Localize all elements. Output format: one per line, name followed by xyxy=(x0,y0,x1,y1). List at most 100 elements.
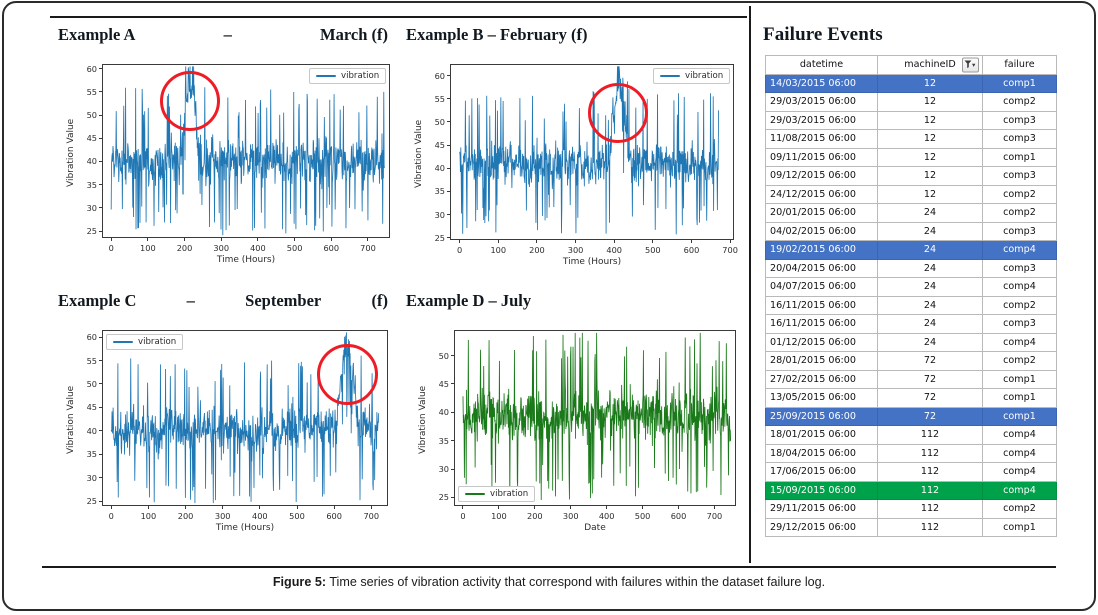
table-row[interactable]: 09/11/2015 06:00 12 comp1 xyxy=(765,147,1057,167)
cell-machineid: 112 xyxy=(877,499,983,519)
legend-color-swatch xyxy=(316,75,336,77)
cell-datetime: 15/09/2015 06:00 xyxy=(765,480,878,500)
cell-machineid: 72 xyxy=(877,406,983,426)
chart-example-d: 25 30 35 40 45 50 0 100 200 300 400 500 600 700 Date Vi… xyxy=(406,320,746,542)
cell-failure: comp2 xyxy=(982,351,1057,371)
table-row[interactable]: 18/01/2015 06:00 112 comp4 xyxy=(765,425,1057,445)
cell-datetime: 29/12/2015 06:00 xyxy=(765,517,878,537)
title-part: Example C xyxy=(58,291,137,310)
cell-machineid: 24 xyxy=(877,203,983,223)
table-row[interactable]: 29/03/2015 06:00 12 comp2 xyxy=(765,92,1057,112)
panel-title-example-d: Example D – July xyxy=(406,291,742,311)
table-row[interactable]: 29/11/2015 06:00 112 comp2 xyxy=(765,499,1057,519)
cell-machineid: 12 xyxy=(877,166,983,186)
cell-failure: comp1 xyxy=(982,406,1057,426)
table-row[interactable]: 20/01/2015 06:00 24 comp2 xyxy=(765,203,1057,223)
title-part: – xyxy=(186,291,195,310)
failure-events-panel: Failure Events datetime machineID failur… xyxy=(757,6,1087,563)
failure-events-heading: Failure Events xyxy=(763,24,883,45)
anomaly-highlight-circle xyxy=(587,82,649,143)
cell-datetime: 18/04/2015 06:00 xyxy=(765,443,878,463)
cell-machineid: 12 xyxy=(877,92,983,112)
cell-failure: comp3 xyxy=(982,110,1057,130)
title-part: Example B – February (f) xyxy=(406,25,588,44)
anomaly-highlight-circle xyxy=(159,70,221,132)
table-row[interactable]: 04/02/2015 06:00 24 comp3 xyxy=(765,221,1057,241)
cell-failure: comp1 xyxy=(982,73,1057,93)
cell-datetime: 29/03/2015 06:00 xyxy=(765,92,878,112)
cell-machineid: 24 xyxy=(877,332,983,352)
figure-caption: Figure 5: Time series of vibration activ… xyxy=(4,575,1094,589)
panel-example-b: Example B – February (f) 25 30 35 40 45 50 55 6… xyxy=(406,25,746,276)
table-row[interactable]: 19/02/2015 06:00 24 comp4 xyxy=(765,240,1057,260)
table-row[interactable]: 16/11/2015 06:00 24 comp2 xyxy=(765,295,1057,315)
cell-failure: comp4 xyxy=(982,240,1057,260)
table-row[interactable]: 29/03/2015 06:00 12 comp3 xyxy=(765,110,1057,130)
table-row[interactable]: 28/01/2015 06:00 72 comp2 xyxy=(765,351,1057,371)
table-row[interactable]: 04/07/2015 06:00 24 comp4 xyxy=(765,277,1057,297)
table-row[interactable]: 15/09/2015 06:00 112 comp4 xyxy=(765,480,1057,500)
cell-datetime: 27/02/2015 06:00 xyxy=(765,369,878,389)
cell-machineid: 24 xyxy=(877,258,983,278)
cell-machineid: 24 xyxy=(877,314,983,334)
cell-datetime: 04/02/2015 06:00 xyxy=(765,221,878,241)
cell-machineid: 112 xyxy=(877,517,983,537)
panel-title-example-c: Example C – September (f) xyxy=(58,291,388,311)
column-header-failure[interactable]: failure xyxy=(982,55,1057,75)
table-row[interactable]: 25/09/2015 06:00 72 comp1 xyxy=(765,406,1057,426)
cell-datetime: 29/03/2015 06:00 xyxy=(765,110,878,130)
cell-failure: comp4 xyxy=(982,332,1057,352)
column-header-machineid[interactable]: machineID xyxy=(877,55,983,75)
cell-datetime: 24/12/2015 06:00 xyxy=(765,184,878,204)
cell-failure: comp1 xyxy=(982,147,1057,167)
legend-label: vibration xyxy=(490,489,529,499)
cell-datetime: 28/01/2015 06:00 xyxy=(765,351,878,371)
column-header-datetime[interactable]: datetime xyxy=(765,55,878,75)
table-row[interactable]: 27/02/2015 06:00 72 comp1 xyxy=(765,369,1057,389)
chart-legend: vibration xyxy=(309,68,387,84)
cell-datetime: 18/01/2015 06:00 xyxy=(765,425,878,445)
table-row[interactable]: 16/11/2015 06:00 24 comp3 xyxy=(765,314,1057,334)
cell-datetime: 25/09/2015 06:00 xyxy=(765,406,878,426)
cell-datetime: 16/11/2015 06:00 xyxy=(765,295,878,315)
cell-datetime: 01/12/2015 06:00 xyxy=(765,332,878,352)
table-row[interactable]: 17/06/2015 06:00 112 comp4 xyxy=(765,462,1057,482)
cell-failure: comp4 xyxy=(982,425,1057,445)
cell-machineid: 12 xyxy=(877,73,983,93)
column-header-label: machineID xyxy=(904,59,956,71)
chart-example-c: 25 30 35 40 45 50 55 60 0 100 200 300 400 500 600 700 Ti… xyxy=(58,320,398,542)
table-row[interactable]: 29/12/2015 06:00 112 comp1 xyxy=(765,517,1057,537)
figure-caption-label: Figure 5: xyxy=(272,575,327,589)
failure-events-body: 14/03/2015 06:00 12 comp1 29/03/2015 06:00 1… xyxy=(765,73,1057,537)
vibration-series-line xyxy=(459,66,719,235)
cell-machineid: 112 xyxy=(877,425,983,445)
table-row[interactable]: 18/04/2015 06:00 112 comp4 xyxy=(765,443,1057,463)
title-part: September xyxy=(245,291,322,310)
cell-datetime: 13/05/2015 06:00 xyxy=(765,388,878,408)
table-row[interactable]: 24/12/2015 06:00 12 comp2 xyxy=(765,184,1057,204)
table-row[interactable]: 01/12/2015 06:00 24 comp4 xyxy=(765,332,1057,352)
table-row[interactable]: 09/12/2015 06:00 12 comp3 xyxy=(765,166,1057,186)
title-part: – xyxy=(223,25,232,44)
vertical-divider-rule xyxy=(749,6,751,563)
chart-example-a: 25 30 35 40 45 50 55 60 0 100 200 300 400 500 600 700 Ti… xyxy=(58,54,398,274)
cell-failure: comp2 xyxy=(982,92,1057,112)
cell-failure: comp2 xyxy=(982,295,1057,315)
cell-machineid: 12 xyxy=(877,110,983,130)
filter-funnel-icon[interactable] xyxy=(962,57,979,73)
cell-failure: comp2 xyxy=(982,184,1057,204)
cell-datetime: 16/11/2015 06:00 xyxy=(765,314,878,334)
cell-failure: comp1 xyxy=(982,369,1057,389)
legend-color-swatch xyxy=(660,75,680,77)
cell-machineid: 24 xyxy=(877,295,983,315)
chart-legend: vibration xyxy=(458,486,536,502)
table-row[interactable]: 13/05/2015 06:00 72 comp1 xyxy=(765,388,1057,408)
cell-datetime: 19/02/2015 06:00 xyxy=(765,240,878,260)
table-row[interactable]: 11/08/2015 06:00 12 comp3 xyxy=(765,129,1057,149)
table-row[interactable]: 20/04/2015 06:00 24 comp3 xyxy=(765,258,1057,278)
charts-area: Example A – March (f) 25 30 35 40 45 50 55 60 0 1… xyxy=(4,3,749,563)
cell-machineid: 12 xyxy=(877,129,983,149)
table-row[interactable]: 14/03/2015 06:00 12 comp1 xyxy=(765,73,1057,93)
cell-datetime: 09/11/2015 06:00 xyxy=(765,147,878,167)
cell-machineid: 24 xyxy=(877,221,983,241)
